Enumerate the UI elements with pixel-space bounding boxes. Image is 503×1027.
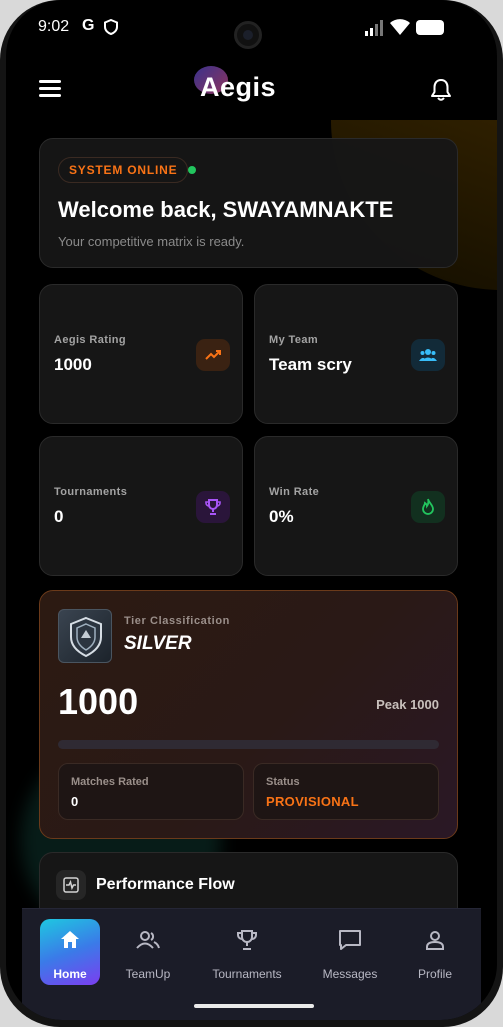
logo-text: Aegis bbox=[200, 72, 277, 102]
tier-name: SILVER bbox=[124, 633, 192, 654]
stat-label: My Team bbox=[269, 334, 319, 346]
tier-card[interactable]: Tier Classification SILVER 1000 Peak 100… bbox=[39, 590, 458, 839]
stat-card-rating[interactable]: Aegis Rating 1000 bbox=[39, 284, 243, 424]
tier-peak: Peak 1000 bbox=[376, 697, 439, 712]
signal-icon bbox=[365, 20, 383, 36]
tier-rating: 1000 bbox=[58, 681, 139, 722]
matches-rated-box: Matches Rated 0 bbox=[58, 763, 244, 820]
bell-icon[interactable] bbox=[430, 78, 452, 102]
status-label: Status bbox=[266, 776, 300, 788]
nav-teamup[interactable]: TeamUp bbox=[108, 919, 188, 985]
status-time: 9:02 bbox=[38, 18, 70, 35]
google-icon: G bbox=[82, 17, 95, 34]
matches-rated-label: Matches Rated bbox=[71, 776, 149, 788]
welcome-card: SYSTEM ONLINE Welcome back, SWAYAMNAKTE … bbox=[39, 138, 458, 268]
shield-icon bbox=[104, 19, 118, 35]
wifi-icon bbox=[390, 19, 410, 35]
profile-icon bbox=[426, 931, 444, 950]
stat-value: Team scry bbox=[269, 355, 352, 374]
stat-label: Aegis Rating bbox=[54, 334, 127, 346]
flame-icon bbox=[411, 491, 445, 523]
trophy-icon bbox=[196, 491, 230, 523]
online-indicator bbox=[188, 166, 196, 174]
nav-label: TeamUp bbox=[125, 967, 171, 981]
tier-progress-bar bbox=[58, 740, 439, 749]
stat-card-tournaments[interactable]: Tournaments 0 bbox=[39, 436, 243, 576]
performance-title: Performance Flow bbox=[96, 876, 235, 893]
stat-value: 1000 bbox=[54, 355, 92, 374]
tier-caption: Tier Classification bbox=[124, 615, 230, 627]
nav-label: Messages bbox=[322, 967, 378, 981]
trending-up-icon bbox=[196, 339, 230, 371]
matches-rated-value: 0 bbox=[71, 794, 79, 809]
status-value: PROVISIONAL bbox=[266, 794, 359, 809]
stat-label: Tournaments bbox=[54, 486, 128, 498]
app-logo: Aegis bbox=[194, 66, 304, 106]
front-camera bbox=[234, 21, 262, 49]
stat-value: 0 bbox=[54, 507, 64, 526]
status-box: Status PROVISIONAL bbox=[253, 763, 439, 820]
nav-label: Tournaments bbox=[212, 967, 282, 981]
phone-frame: 9:02 G Aegis SYSTEM ONLINE Welcome back,… bbox=[0, 0, 503, 1027]
trophy-icon bbox=[237, 930, 257, 950]
stat-label: Win Rate bbox=[269, 486, 320, 498]
silver-rank-emblem-icon bbox=[58, 609, 112, 663]
stat-card-team[interactable]: My Team Team scry bbox=[254, 284, 458, 424]
nav-tournaments[interactable]: Tournaments bbox=[202, 919, 292, 985]
users-icon bbox=[136, 931, 160, 949]
nav-profile[interactable]: Profile bbox=[395, 919, 475, 985]
nav-label: Profile bbox=[417, 967, 452, 981]
stat-card-winrate[interactable]: Win Rate 0% bbox=[254, 436, 458, 576]
home-indicator[interactable] bbox=[194, 1004, 314, 1008]
stat-value: 0% bbox=[269, 507, 294, 526]
message-icon bbox=[339, 930, 361, 950]
nav-label: Home bbox=[53, 967, 87, 981]
home-icon bbox=[61, 931, 79, 948]
app-screen: 9:02 G Aegis SYSTEM ONLINE Welcome back,… bbox=[6, 0, 497, 1020]
menu-button[interactable] bbox=[39, 80, 63, 98]
battery-icon bbox=[416, 20, 444, 35]
welcome-subtitle: Your competitive matrix is ready. bbox=[58, 234, 245, 249]
team-icon bbox=[411, 339, 445, 371]
status-badge: SYSTEM ONLINE bbox=[58, 157, 189, 183]
nav-messages[interactable]: Messages bbox=[310, 919, 390, 985]
activity-icon bbox=[56, 870, 86, 900]
nav-home[interactable]: Home bbox=[40, 919, 100, 985]
status-bar: 9:02 G bbox=[6, 0, 497, 56]
welcome-title: Welcome back, SWAYAMNAKTE bbox=[58, 197, 394, 222]
